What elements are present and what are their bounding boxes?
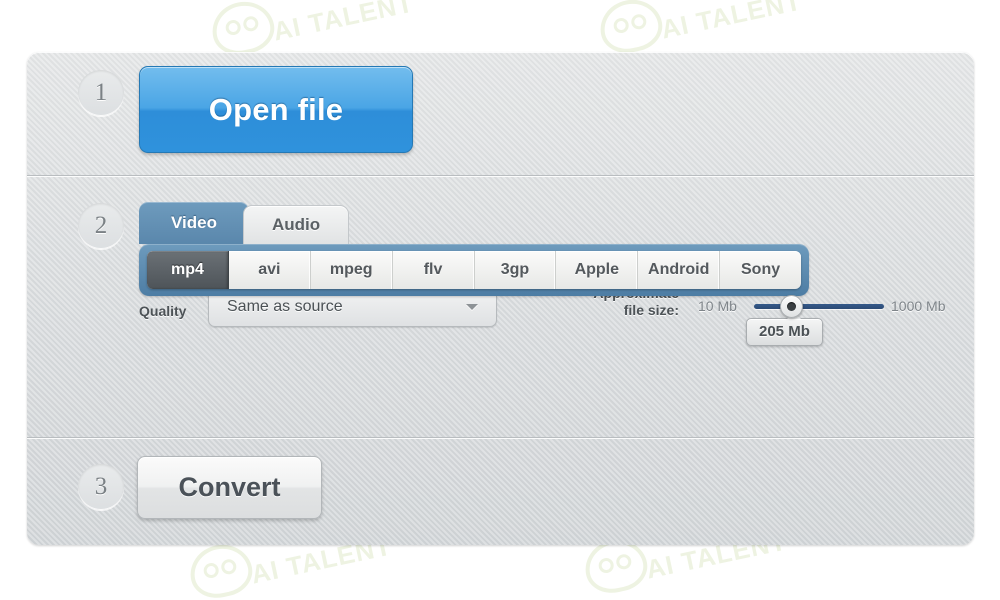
open-file-button[interactable]: Open file — [139, 66, 413, 153]
file-size-slider-track[interactable] — [754, 304, 884, 309]
step-2-row: 2 Video Audio mp4 avi mpeg flv 3gp Apple… — [27, 175, 974, 437]
slider-min-label: 10 Mb — [698, 298, 737, 314]
step-number-3: 3 — [78, 464, 124, 510]
file-size-value-tooltip: 205 Mb — [746, 312, 823, 346]
format-option-sony[interactable]: Sony — [720, 251, 801, 289]
step-3-row: 3 Convert — [27, 437, 974, 545]
tab-video[interactable]: Video — [139, 202, 249, 244]
format-option-mpeg[interactable]: mpeg — [311, 251, 393, 289]
format-option-android[interactable]: Android — [638, 251, 721, 289]
step-number-2: 2 — [78, 203, 124, 249]
tab-audio[interactable]: Audio — [242, 205, 350, 244]
quality-label: Quality — [139, 303, 187, 319]
media-type-tabs: Video Audio — [139, 202, 350, 244]
format-segmented-bar: mp4 avi mpeg flv 3gp Apple Android Sony — [147, 251, 801, 289]
quality-selected-value: Same as source — [227, 297, 343, 315]
watermark-text: AI TALENT — [270, 0, 417, 47]
file-size-label-line2: file size: — [623, 302, 679, 318]
watermark-text: AI TALENT — [658, 0, 805, 45]
format-option-mp4[interactable]: mp4 — [147, 251, 229, 289]
step-1-row: 1 Open file — [27, 52, 974, 175]
format-option-3gp[interactable]: 3gp — [475, 251, 557, 289]
format-selector: mp4 avi mpeg flv 3gp Apple Android Sony — [139, 244, 809, 296]
step-number-1: 1 — [78, 70, 124, 116]
format-option-avi[interactable]: avi — [229, 251, 311, 289]
convert-button[interactable]: Convert — [137, 456, 322, 519]
converter-panel: 1 Open file 2 Video Audio mp4 avi mpeg f… — [27, 52, 974, 545]
chevron-down-icon — [466, 303, 478, 310]
slider-max-label: 1000 Mb — [891, 298, 946, 314]
format-option-apple[interactable]: Apple — [556, 251, 639, 289]
format-option-flv[interactable]: flv — [393, 251, 475, 289]
file-size-slider-handle[interactable] — [780, 295, 803, 318]
